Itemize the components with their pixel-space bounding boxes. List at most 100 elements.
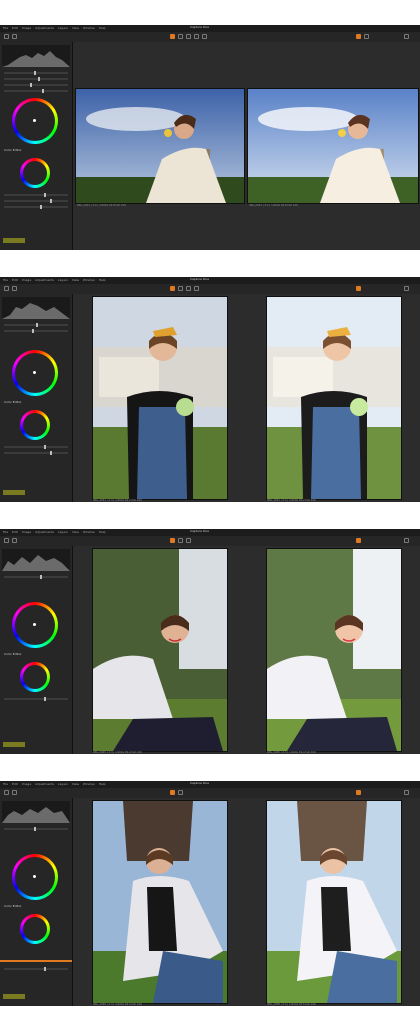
view-icon[interactable]	[404, 538, 409, 543]
view-icon[interactable]	[404, 286, 409, 291]
lightness-slider[interactable]	[4, 205, 68, 209]
folder-icon[interactable]	[12, 286, 17, 291]
menu-help[interactable]: Help	[99, 782, 106, 786]
menu-adjustments[interactable]: Adjustments	[35, 26, 54, 30]
hue-slider[interactable]	[4, 967, 68, 971]
rotate-icon[interactable]	[178, 286, 183, 291]
menu-adjustments[interactable]: Adjustments	[35, 782, 54, 786]
folder-icon[interactable]	[12, 790, 17, 795]
menu-help[interactable]: Help	[99, 278, 106, 282]
menu-adjustments[interactable]: Adjustments	[35, 530, 54, 534]
hue-slider[interactable]	[4, 445, 68, 449]
contrast-slider[interactable]	[4, 329, 68, 333]
after-photo[interactable]	[247, 88, 419, 204]
menu-file[interactable]: File	[3, 278, 8, 282]
editor-saturation-slider[interactable]	[4, 199, 68, 203]
after-photo[interactable]	[266, 800, 402, 1004]
menu-window[interactable]: Window	[83, 278, 95, 282]
menu-file[interactable]: File	[3, 530, 8, 534]
exposure-slider[interactable]	[4, 323, 68, 327]
settings-icon[interactable]	[356, 790, 361, 795]
view-icon[interactable]	[404, 34, 409, 39]
menu-image[interactable]: Image	[22, 782, 31, 786]
exposure-slider[interactable]	[4, 71, 68, 75]
folder-icon[interactable]	[12, 34, 17, 39]
contrast-slider[interactable]	[4, 77, 68, 81]
settings-icon[interactable]	[356, 538, 361, 543]
crop-icon[interactable]	[170, 790, 175, 795]
editor-saturation-slider[interactable]	[4, 451, 68, 455]
import-icon[interactable]	[4, 286, 9, 291]
color-balance-handle[interactable]	[33, 623, 36, 626]
color-editor-wheel[interactable]	[20, 662, 50, 692]
menu-image[interactable]: Image	[22, 278, 31, 282]
rotate-icon[interactable]	[178, 34, 183, 39]
menu-view[interactable]: View	[72, 26, 79, 30]
menu-window[interactable]: Window	[83, 530, 95, 534]
menu-layers[interactable]: Layers	[58, 782, 68, 786]
swatch-chip[interactable]	[3, 238, 25, 243]
exposure-slider[interactable]	[4, 575, 68, 579]
menu-edit[interactable]: Edit	[12, 530, 18, 534]
histogram	[2, 45, 70, 67]
menu-file[interactable]: File	[3, 26, 8, 30]
brightness-slider[interactable]	[4, 83, 68, 87]
menu-layers[interactable]: Layers	[58, 26, 68, 30]
swatch-chip[interactable]	[3, 490, 25, 495]
saturation-slider[interactable]	[4, 89, 68, 93]
import-icon[interactable]	[4, 34, 9, 39]
menu-adjustments[interactable]: Adjustments	[35, 278, 54, 282]
eraser-icon[interactable]	[194, 286, 199, 291]
color-editor-wheel[interactable]	[20, 158, 50, 188]
import-icon[interactable]	[4, 538, 9, 543]
settings-icon[interactable]	[356, 286, 361, 291]
brush-icon[interactable]	[186, 538, 191, 543]
view-icon[interactable]	[404, 790, 409, 795]
rotate-icon[interactable]	[178, 538, 183, 543]
menu-window[interactable]: Window	[83, 782, 95, 786]
menu-window[interactable]: Window	[83, 26, 95, 30]
exposure-slider[interactable]	[4, 827, 68, 831]
before-photo[interactable]	[92, 800, 228, 1004]
color-balance-handle[interactable]	[33, 371, 36, 374]
crop-icon[interactable]	[170, 34, 175, 39]
menu-layers[interactable]: Layers	[58, 530, 68, 534]
picker-icon[interactable]	[202, 34, 207, 39]
before-photo[interactable]	[75, 88, 245, 204]
brush-icon[interactable]	[186, 286, 191, 291]
after-photo[interactable]	[266, 548, 402, 752]
swatch-chip[interactable]	[3, 742, 25, 747]
crop-icon[interactable]	[170, 286, 175, 291]
menu-edit[interactable]: Edit	[12, 26, 18, 30]
menu-edit[interactable]: Edit	[12, 782, 18, 786]
brush-icon[interactable]	[186, 34, 191, 39]
crop-icon[interactable]	[170, 538, 175, 543]
menu-file[interactable]: File	[3, 782, 8, 786]
before-photo[interactable]	[92, 296, 228, 500]
eraser-icon[interactable]	[194, 34, 199, 39]
menu-help[interactable]: Help	[99, 530, 106, 534]
swatch-chip[interactable]	[3, 994, 25, 999]
after-photo[interactable]	[266, 296, 402, 500]
menu-layers[interactable]: Layers	[58, 278, 68, 282]
hue-slider[interactable]	[4, 193, 68, 197]
hue-slider[interactable]	[4, 697, 68, 701]
folder-icon[interactable]	[12, 538, 17, 543]
menu-help[interactable]: Help	[99, 26, 106, 30]
menu-image[interactable]: Image	[22, 530, 31, 534]
color-balance-handle[interactable]	[33, 119, 36, 122]
menu-view[interactable]: View	[72, 530, 79, 534]
help-icon[interactable]	[364, 34, 369, 39]
import-icon[interactable]	[4, 790, 9, 795]
menu-view[interactable]: View	[72, 278, 79, 282]
menu-bar: File Edit Image Adjustments Layers View …	[0, 25, 420, 32]
menu-edit[interactable]: Edit	[12, 278, 18, 282]
color-balance-handle[interactable]	[33, 875, 36, 878]
before-photo[interactable]	[92, 548, 228, 752]
color-editor-wheel[interactable]	[20, 914, 50, 944]
menu-image[interactable]: Image	[22, 26, 31, 30]
menu-view[interactable]: View	[72, 782, 79, 786]
color-editor-wheel[interactable]	[20, 410, 50, 440]
rotate-icon[interactable]	[178, 790, 183, 795]
settings-icon[interactable]	[356, 34, 361, 39]
